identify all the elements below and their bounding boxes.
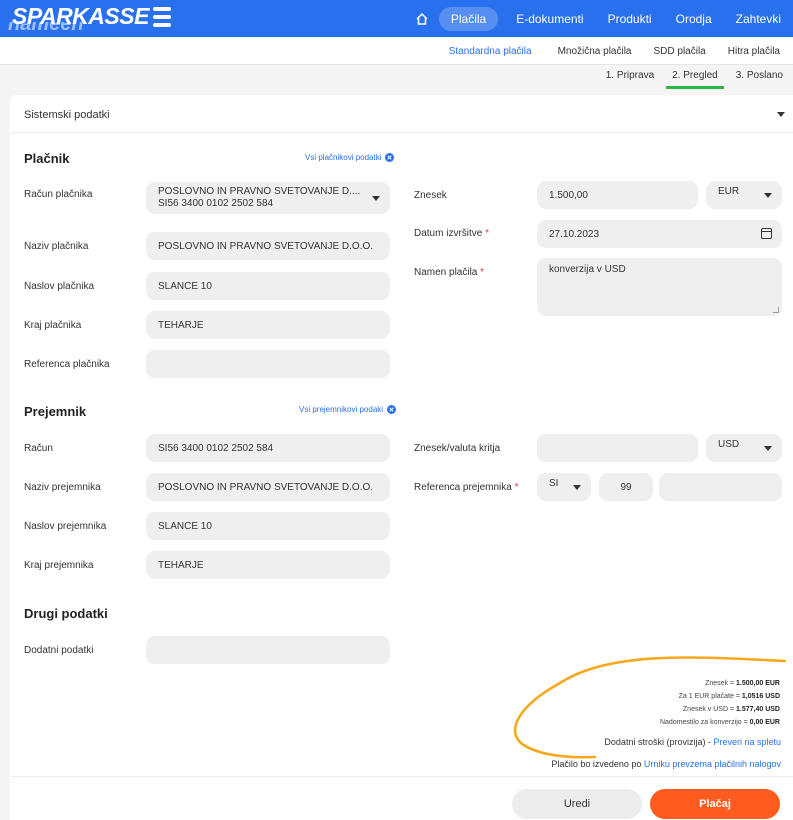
system-data-toggle[interactable]: Sistemski podatki <box>10 95 793 133</box>
edit-button[interactable]: Uredi <box>512 789 642 819</box>
extra-costs-text: Dodatni stroški (provizija) - Preveri na… <box>604 737 781 747</box>
caret-down-icon <box>777 112 785 117</box>
calendar-icon[interactable] <box>761 228 772 239</box>
home-icon[interactable] <box>405 0 439 37</box>
nav-e-dokumenti[interactable]: E-dokumenti <box>504 7 595 31</box>
all-recipient-data-link[interactable]: Vsi prejemnikovi podaki <box>299 405 397 414</box>
payer-address-field[interactable]: SLANCE 10 <box>146 272 390 300</box>
reference-model-field[interactable]: 99 <box>599 473 653 501</box>
reference-prefix-value: SI <box>549 477 559 489</box>
payer-account-select[interactable]: POSLOVNO IN PRAVNO SVETOVANJE D.... SI56… <box>146 182 390 214</box>
summary-fee: Nadomestilo za konverzijo = 0,00 EUR <box>659 719 780 726</box>
payer-reference-field[interactable] <box>146 350 390 378</box>
purpose-value: konverzija v USD <box>549 264 626 275</box>
recipient-account-label: Račun <box>24 443 53 454</box>
chevron-down-icon <box>372 196 380 201</box>
sparkasse-s-icon <box>152 6 171 28</box>
step-pregled[interactable]: 2. Pregled <box>666 65 724 89</box>
payer-city-field[interactable]: TEHARJE <box>146 311 390 339</box>
step-priprava[interactable]: 1. Priprava <box>600 65 660 89</box>
all-payer-data-link[interactable]: Vsi plačnikovi podatki <box>305 153 395 162</box>
top-navbar: SPARKASSE nameen reduction Plačila E-dok… <box>0 0 793 37</box>
schedule-link[interactable]: Urniku prevzema plačilnih nalogov <box>644 759 781 769</box>
recipient-address-field[interactable]: SLANCE 10 <box>146 512 390 540</box>
payer-name-field[interactable]: POSLOVNO IN PRAVNO SVETOVANJE D.O.O. <box>146 232 390 260</box>
tab-standardna-placila[interactable]: Standardna plačila <box>442 46 539 57</box>
nav-placila[interactable]: Plačila <box>438 6 499 31</box>
recipient-address-label: Naslov prejemnika <box>24 521 107 532</box>
payer-account-label: Račun plačnika <box>24 189 93 200</box>
chevron-down-icon <box>573 485 581 490</box>
cover-amount-label: Znesek/valuta kritja <box>414 443 501 454</box>
resize-handle-icon[interactable] <box>772 307 780 313</box>
amount-currency-value: EUR <box>718 185 740 197</box>
cover-currency-select[interactable]: USD <box>706 434 782 462</box>
recipient-reference-field[interactable] <box>659 473 782 501</box>
extra-data-field[interactable] <box>146 636 390 664</box>
other-data-title: Drugi podatki <box>24 606 108 621</box>
amount-currency-select[interactable]: EUR <box>706 181 782 209</box>
recipient-name-label: Naziv prejemnika <box>24 482 101 493</box>
summary-usd-amount: Znesek v USD = 1.577,40 USD <box>682 706 780 713</box>
purpose-label: Namen plačila * <box>414 267 485 278</box>
pay-button[interactable]: Plačaj <box>650 789 780 819</box>
amount-field[interactable]: 1.500,00 <box>537 181 698 209</box>
purpose-textarea[interactable]: konverzija v USD <box>537 258 782 316</box>
payer-address-label: Naslov plačnika <box>24 281 95 292</box>
recipient-account-field[interactable]: SI56 3400 0102 2502 584 <box>146 434 390 462</box>
clear-icon <box>385 153 395 162</box>
nav-zahtevki[interactable]: Zahtevki <box>724 7 793 31</box>
chevron-down-icon <box>764 193 772 198</box>
tab-hitra-placila[interactable]: Hitra plačila <box>721 46 787 57</box>
recipient-city-label: Kraj prejemnika <box>24 560 94 571</box>
nav-produkti[interactable]: Produkti <box>596 7 664 31</box>
extra-data-label: Dodatni podatki <box>24 645 94 656</box>
payer-name-label: Naziv plačnika <box>24 241 89 252</box>
step-poslano: 3. Poslano <box>735 70 783 81</box>
date-field[interactable]: 27.10.2023 <box>537 220 782 248</box>
execution-schedule-text: Plačilo bo izvedeno po Urniku prevzema p… <box>551 759 781 769</box>
system-data-label: Sistemski podatki <box>24 109 110 121</box>
recipient-city-field[interactable]: TEHARJE <box>146 551 390 579</box>
summary-rate: Za 1 EUR plačate = 1,0516 USD <box>678 693 780 700</box>
cover-currency-value: USD <box>718 438 740 450</box>
footer-divider <box>10 776 793 777</box>
logo-tagline: nameen reduction <box>8 22 84 35</box>
check-online-link[interactable]: Preveri na spletu <box>713 737 781 747</box>
recipient-reference-label: Referenca prejemnika * <box>414 482 519 493</box>
payments-subnav: Standardna plačila Množična plačila SDD … <box>0 37 793 65</box>
clear-icon <box>387 405 397 414</box>
cover-amount-field[interactable] <box>537 434 698 462</box>
date-label: Datum izvršitve * <box>414 228 490 239</box>
payer-account-name: POSLOVNO IN PRAVNO SVETOVANJE D.... <box>158 186 361 197</box>
summary-amount: Znesek = 1.500,00 EUR <box>705 680 780 687</box>
payment-form-card: Sistemski podatki Plačnik Vsi plačnikovi… <box>10 95 793 820</box>
payer-title: Plačnik <box>24 151 70 166</box>
recipient-name-field[interactable]: POSLOVNO IN PRAVNO SVETOVANJE D.O.O. <box>146 473 390 501</box>
payer-city-label: Kraj plačnika <box>24 320 82 331</box>
chevron-down-icon <box>764 446 772 451</box>
main-nav: Plačila E-dokumenti Produkti Orodja Zaht… <box>405 0 793 37</box>
tab-mnozicna-placila[interactable]: Množična plačila <box>551 46 639 57</box>
recipient-title: Prejemnik <box>24 404 87 419</box>
conversion-summary: Znesek = 1.500,00 EUR Za 1 EUR plačate =… <box>660 677 780 729</box>
nav-orodja[interactable]: Orodja <box>664 7 724 31</box>
payer-reference-label: Referenca plačnika <box>24 359 110 370</box>
reference-model-prefix-select[interactable]: SI <box>537 473 591 501</box>
tab-sdd-placila[interactable]: SDD plačila <box>647 46 713 57</box>
payer-account-iban: SI56 3400 0102 2502 584 <box>158 198 274 209</box>
amount-label: Znesek <box>414 190 447 201</box>
wizard-steps: 1. Priprava 2. Pregled 3. Poslano <box>0 65 793 89</box>
